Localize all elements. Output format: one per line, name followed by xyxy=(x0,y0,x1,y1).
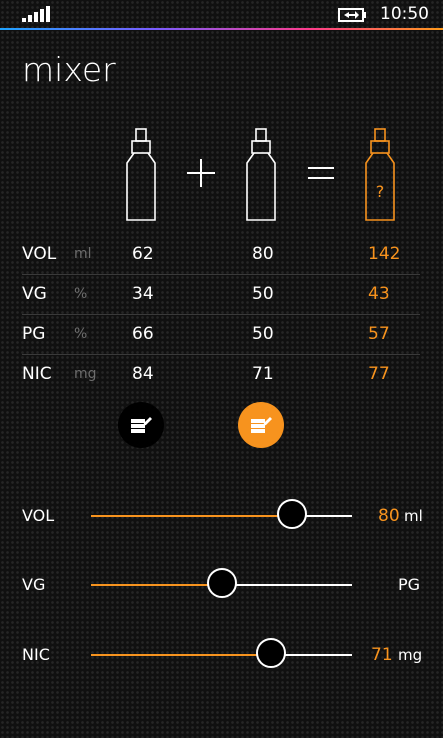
nic-value: 71 xyxy=(371,645,393,665)
svg-text:?: ? xyxy=(376,182,385,201)
row-unit: mg xyxy=(74,366,97,382)
value-a[interactable]: 62 xyxy=(132,244,154,264)
accent-line xyxy=(0,28,443,30)
nic-slider-label: NIC xyxy=(22,645,50,664)
row-unit: % xyxy=(74,326,88,342)
row-label: VG xyxy=(22,284,47,304)
result-value: 142 xyxy=(368,244,401,264)
edit-bottle-a-button[interactable] xyxy=(118,402,164,448)
page-title: mixer xyxy=(22,50,116,89)
clock: 10:50 xyxy=(380,4,429,24)
bottle-b-icon xyxy=(246,128,276,221)
value-a[interactable]: 34 xyxy=(132,284,154,304)
nic-unit: mg xyxy=(398,646,423,664)
edit-list-icon xyxy=(131,417,152,433)
bottle-a-icon xyxy=(126,128,156,221)
nic-slider[interactable] xyxy=(91,638,352,668)
row-unit: % xyxy=(74,286,88,302)
vol-slider-thumb[interactable] xyxy=(276,499,307,529)
nic-slider-fill xyxy=(91,654,272,656)
result-bottle-icon: ? xyxy=(365,128,395,221)
pg-label: PG xyxy=(398,575,421,594)
edit-list-icon xyxy=(251,417,272,433)
vg-pg-slider[interactable] xyxy=(91,568,352,598)
equals-icon xyxy=(308,167,334,179)
vol-slider[interactable] xyxy=(91,499,352,529)
value-b[interactable]: 50 xyxy=(252,284,274,304)
table-row-pg: PG % 66 50 57 xyxy=(22,315,420,355)
row-label: PG xyxy=(22,324,46,344)
row-unit: ml xyxy=(74,246,92,262)
vol-value: 80 xyxy=(378,506,400,526)
vol-slider-label: VOL xyxy=(22,506,55,525)
vg-label: VG xyxy=(22,575,46,594)
vg-pg-slider-thumb[interactable] xyxy=(206,568,237,598)
edit-bottle-b-button[interactable] xyxy=(238,402,284,448)
result-value: 77 xyxy=(368,364,390,384)
value-b[interactable]: 80 xyxy=(252,244,274,264)
table-row-nic: NIC mg 84 71 77 xyxy=(22,355,420,395)
value-b[interactable]: 71 xyxy=(252,364,274,384)
value-b[interactable]: 50 xyxy=(252,324,274,344)
result-value: 57 xyxy=(368,324,390,344)
table-row-vol: VOL ml 62 80 142 xyxy=(22,235,420,275)
row-label: VOL xyxy=(22,244,57,264)
nic-slider-thumb[interactable] xyxy=(256,638,287,668)
result-value: 43 xyxy=(368,284,390,304)
value-a[interactable]: 84 xyxy=(132,364,154,384)
plus-icon xyxy=(187,159,215,187)
signal-bars-icon xyxy=(22,6,50,22)
vol-unit: ml xyxy=(404,507,423,525)
status-bar: 10:50 xyxy=(0,0,443,30)
row-label: NIC xyxy=(22,364,52,384)
table-row-vg: VG % 34 50 43 xyxy=(22,275,420,315)
vg-pg-slider-fill xyxy=(91,584,222,586)
value-a[interactable]: 66 xyxy=(132,324,154,344)
vol-slider-fill xyxy=(91,515,292,517)
battery-charging-icon xyxy=(338,8,366,22)
